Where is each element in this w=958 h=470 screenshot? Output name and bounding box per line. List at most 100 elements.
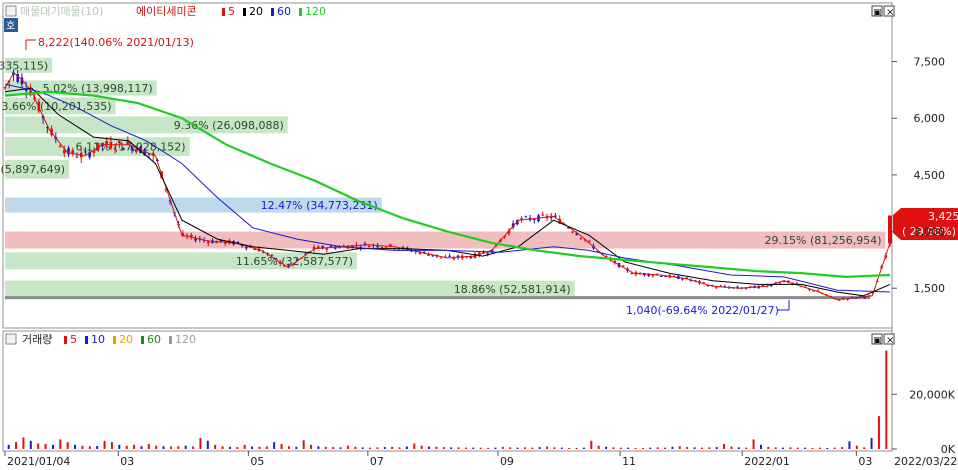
vol-ma-legend-label-120: 120 bbox=[175, 333, 196, 346]
ma-legend-swatch-5 bbox=[222, 8, 225, 16]
vol-ma-legend-swatch-20 bbox=[113, 336, 116, 344]
volume-legend-title: 거래량 bbox=[22, 333, 52, 346]
volume-bar bbox=[877, 416, 880, 449]
last-price-value: 3,425 bbox=[928, 210, 958, 223]
volume-bar bbox=[391, 446, 394, 449]
volume-bar bbox=[7, 444, 10, 449]
volume-bar bbox=[605, 446, 608, 449]
volume-profile-label: 11.65% (32,587,577) bbox=[236, 255, 353, 268]
y-tick-label: 7,500 bbox=[914, 56, 946, 69]
volume-bar bbox=[863, 447, 866, 449]
volume-bar bbox=[140, 446, 143, 449]
candle-body bbox=[380, 247, 384, 249]
high-annotation-text: 8,222(140.06% 2021/01/13) bbox=[38, 36, 194, 49]
volume-bar bbox=[59, 439, 62, 449]
volume-bar bbox=[221, 446, 224, 449]
x-tick-label: 03 bbox=[858, 455, 872, 468]
volume-bar bbox=[324, 446, 327, 449]
volume-bar bbox=[302, 440, 305, 449]
volume-bar bbox=[560, 447, 563, 449]
volume-maximize-icon: ▣ bbox=[873, 336, 882, 346]
ma-legend-label-5: 5 bbox=[228, 5, 235, 18]
volume-bar bbox=[656, 447, 659, 449]
price-panel bbox=[2, 2, 893, 329]
volume-profile-label: 18.86% (52,581,914) bbox=[454, 283, 571, 296]
volume-bar bbox=[597, 445, 600, 449]
volume-bar bbox=[885, 350, 888, 449]
date-end-label: 2022/03/22 bbox=[894, 455, 957, 468]
volume-bar bbox=[730, 446, 733, 449]
volume-bar bbox=[568, 447, 571, 449]
ma-legend-swatch-60 bbox=[271, 8, 274, 16]
volume-bar bbox=[619, 447, 622, 449]
volume-profile-label: 9.36% (26,098,088) bbox=[174, 119, 284, 132]
candle-body bbox=[363, 243, 367, 245]
volume-bar bbox=[22, 437, 25, 449]
candle-body bbox=[206, 241, 210, 244]
volume-bar bbox=[295, 446, 298, 449]
vol-ma-legend-label-60: 60 bbox=[147, 333, 161, 346]
volume-profile-label: 3.66% (10,201,535) bbox=[2, 100, 112, 113]
price-legend: 매물대기매물(10) 에이티세미콘 5 20 60 120 bbox=[5, 5, 326, 18]
volume-bar bbox=[317, 446, 320, 449]
low-annotation-text: 1,040(-69.64% 2022/01/27) bbox=[626, 304, 779, 317]
volume-bar bbox=[376, 447, 379, 449]
volume-profile-label: 2.12% (5,897,649) bbox=[0, 163, 65, 176]
volume-bar bbox=[162, 446, 165, 449]
volume-bar bbox=[15, 442, 18, 449]
volume-bar bbox=[125, 445, 128, 449]
volume-bar bbox=[369, 447, 372, 449]
volume-bar bbox=[538, 447, 541, 449]
candle-body bbox=[122, 147, 125, 150]
candle-body bbox=[715, 287, 718, 289]
volume-bar bbox=[74, 444, 77, 449]
x-tick-label: 03 bbox=[120, 455, 134, 468]
volume-bar bbox=[169, 446, 172, 449]
candle-body bbox=[367, 245, 371, 248]
candle-body bbox=[84, 151, 87, 153]
volume-bar bbox=[782, 447, 785, 449]
candle-body bbox=[118, 140, 121, 144]
ma-legend-swatch-20 bbox=[243, 8, 246, 16]
volume-bar bbox=[546, 446, 549, 449]
legend-stock-name: 에이티세미콘 bbox=[136, 5, 197, 18]
volume-bar bbox=[251, 446, 254, 449]
volume-profile-label: 29.15% (81,256,954) bbox=[765, 234, 882, 247]
volume-bar bbox=[745, 447, 748, 449]
volume-bar bbox=[811, 447, 814, 449]
volume-bar bbox=[472, 447, 475, 449]
ma-legend-label-60: 60 bbox=[277, 5, 291, 18]
volume-bar bbox=[398, 447, 401, 449]
volume-bar bbox=[715, 447, 718, 449]
volume-bar bbox=[133, 444, 136, 449]
volume-bar bbox=[796, 447, 799, 449]
ma-legend-label-20: 20 bbox=[249, 5, 263, 18]
volume-bar bbox=[44, 444, 47, 449]
volume-bar bbox=[752, 439, 755, 449]
volume-bar bbox=[774, 447, 777, 449]
volume-bar bbox=[833, 447, 836, 449]
vol-ma-legend-swatch-120 bbox=[169, 336, 172, 344]
y-tick-label: 1,500 bbox=[914, 282, 946, 295]
x-tick-label: 07 bbox=[370, 455, 384, 468]
volume-panel bbox=[2, 330, 893, 452]
volume-bar bbox=[236, 447, 239, 449]
candle-body bbox=[770, 285, 773, 287]
volume-bar bbox=[671, 446, 674, 449]
volume-bar bbox=[767, 446, 770, 449]
candle-body-last bbox=[888, 215, 892, 243]
volume-bar bbox=[575, 447, 578, 449]
candle-body bbox=[541, 214, 545, 216]
volume-bar bbox=[759, 444, 762, 449]
volume-bar bbox=[361, 447, 364, 449]
volume-bar bbox=[37, 443, 40, 449]
volume-bar bbox=[737, 447, 740, 449]
volume-bar bbox=[51, 444, 54, 449]
volume-bar bbox=[848, 441, 851, 449]
volume-bar bbox=[332, 447, 335, 449]
volume-bar bbox=[479, 447, 482, 449]
vol-ma-legend-label-10: 10 bbox=[91, 333, 105, 346]
volume-bar bbox=[457, 447, 460, 449]
volume-bar bbox=[804, 447, 807, 449]
x-tick-label: 05 bbox=[250, 455, 264, 468]
